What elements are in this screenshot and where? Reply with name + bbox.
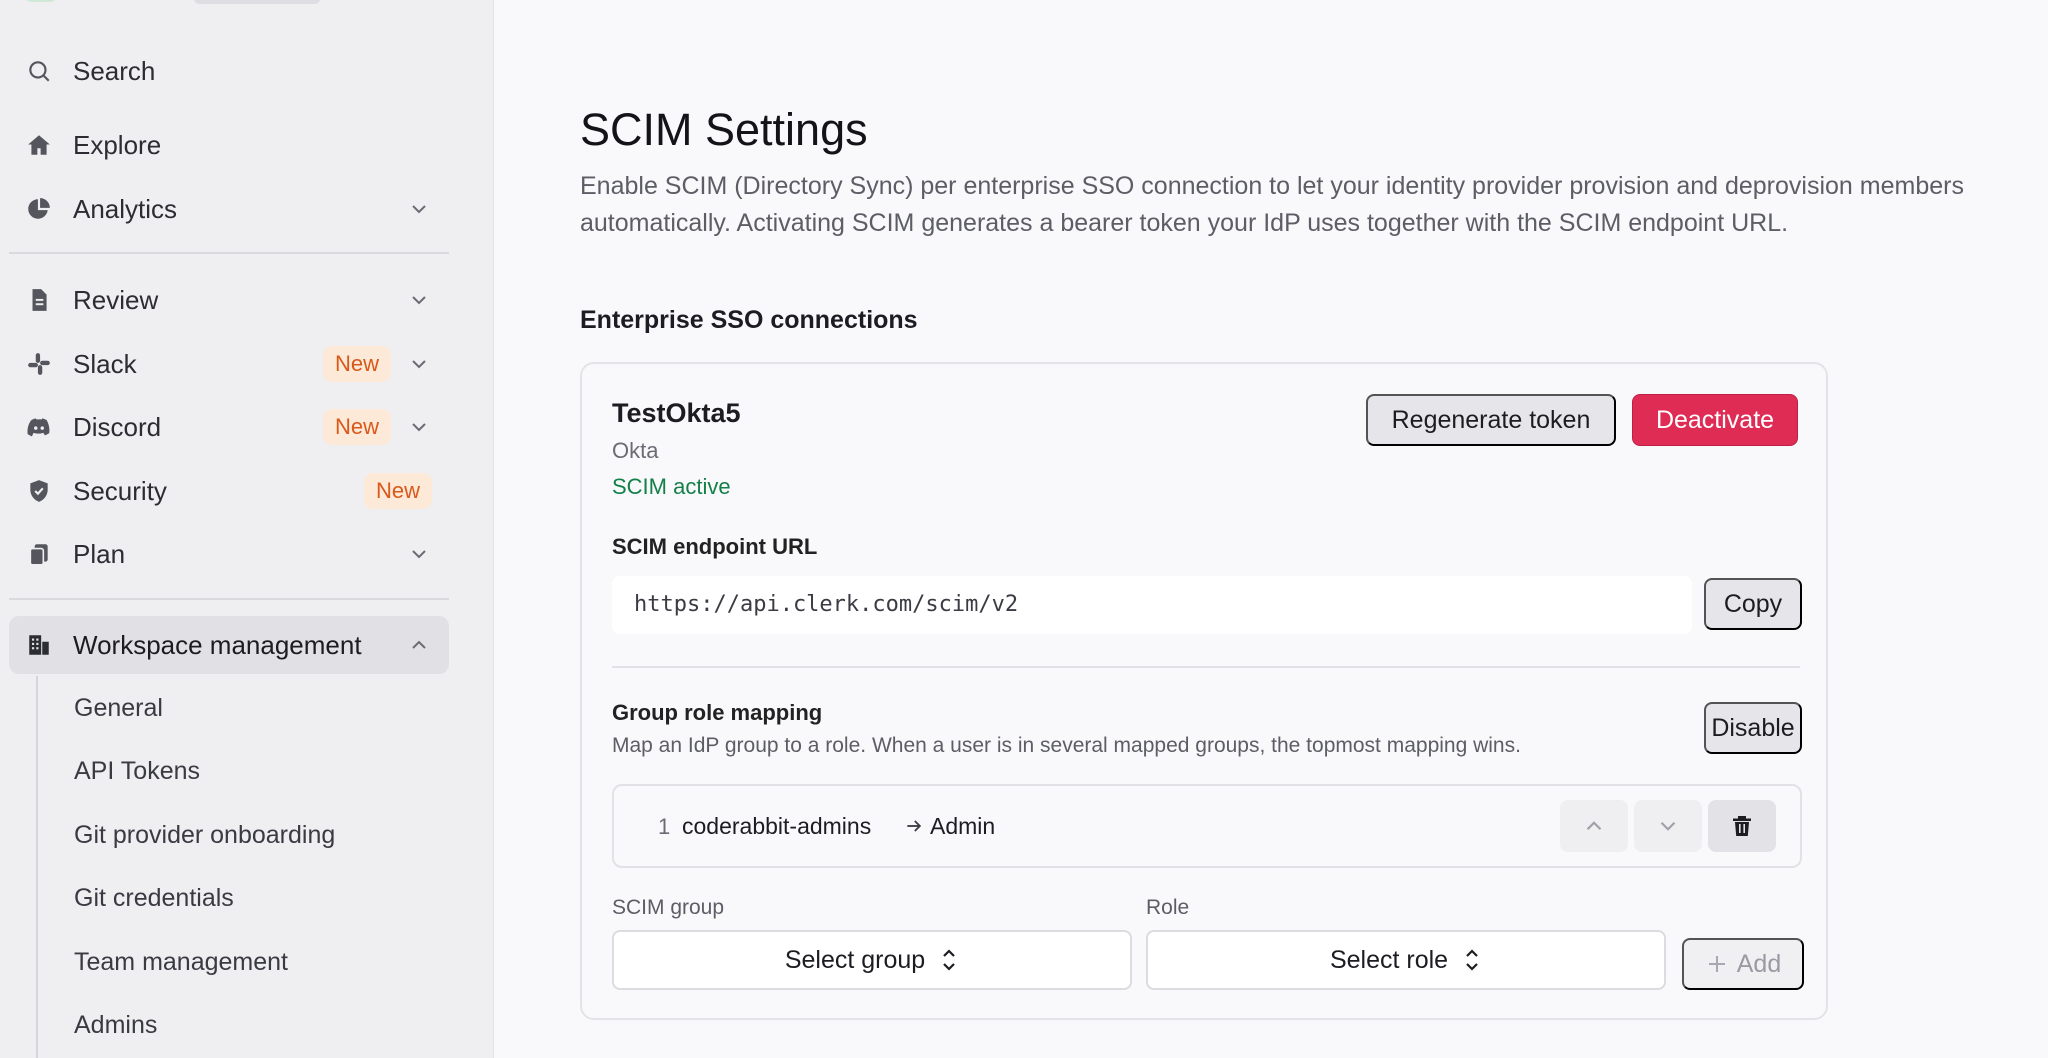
chevron-up-icon	[1586, 821, 1602, 831]
deactivate-button[interactable]: Deactivate	[1632, 394, 1798, 446]
chevron-down-icon[interactable]	[407, 288, 431, 312]
sidebar-divider	[9, 252, 449, 254]
sidebar-item-discord[interactable]: Discord New	[9, 398, 449, 456]
chevron-down-icon[interactable]	[407, 197, 431, 221]
move-down-button[interactable]	[1634, 800, 1702, 852]
slack-icon	[25, 350, 53, 378]
role-select-value: Select role	[1329, 945, 1449, 974]
sso-connection-card: TestOkta5 Okta SCIM active Regenerate to…	[580, 362, 1828, 1020]
sidebar-divider	[9, 598, 449, 600]
sidebar-item-label: Security	[73, 475, 167, 506]
sidebar-item-slack[interactable]: Slack New	[9, 335, 449, 393]
home-icon	[25, 131, 53, 159]
chevron-down-icon[interactable]	[407, 415, 431, 439]
role-select[interactable]: Select role	[1146, 930, 1666, 990]
sidebar-subitem-team-management[interactable]: Team management	[74, 948, 288, 977]
sidebar-item-label: Plan	[73, 538, 126, 569]
add-mapping-button[interactable]: Add	[1682, 938, 1804, 990]
scim-group-select[interactable]: Select group	[612, 930, 1132, 990]
document-icon	[25, 286, 53, 314]
select-arrows-icon	[1466, 949, 1478, 971]
page-title: SCIM Settings	[580, 104, 868, 155]
scim-group-label: SCIM group	[612, 896, 725, 919]
mapping-row: 1 coderabbit-admins Admin	[612, 784, 1802, 868]
mapping-role: Admin	[930, 813, 996, 839]
clipboard-icon	[25, 540, 53, 568]
sidebar-item-workspace-management[interactable]: Workspace management	[9, 616, 449, 674]
copy-button[interactable]: Copy	[1704, 578, 1802, 630]
connection-provider: Okta	[612, 438, 659, 463]
endpoint-label: SCIM endpoint URL	[612, 534, 818, 559]
sidebar-item-label: Slack	[73, 348, 137, 379]
move-up-button[interactable]	[1560, 800, 1628, 852]
chevron-down-icon[interactable]	[407, 542, 431, 566]
disable-mapping-button[interactable]: Disable	[1704, 702, 1802, 754]
connection-name: TestOkta5	[612, 398, 741, 428]
sidebar-item-analytics[interactable]: Analytics	[9, 180, 449, 238]
search-icon	[25, 57, 53, 85]
mapping-index: 1	[658, 814, 671, 839]
main-content: SCIM Settings Enable SCIM (Directory Syn…	[494, 0, 2048, 1058]
sidebar-subitem-general[interactable]: General	[74, 694, 163, 723]
sidebar-item-review[interactable]: Review	[9, 271, 449, 329]
sidebar-search[interactable]: Search	[9, 42, 449, 100]
endpoint-url-field[interactable]: https://api.clerk.com/scim/v2	[612, 576, 1692, 634]
select-arrows-icon	[943, 949, 955, 971]
shield-icon	[25, 477, 53, 505]
pie-chart-icon	[25, 195, 53, 223]
sidebar-subitem-admins[interactable]: Admins	[74, 1011, 157, 1040]
sidebar-item-label: Discord	[73, 411, 162, 442]
arrow-right-icon	[907, 820, 922, 832]
section-title: Enterprise SSO connections	[580, 306, 918, 334]
mapping-group: coderabbit-admins	[682, 813, 872, 839]
chevron-down-icon	[1660, 821, 1676, 831]
sidebar-item-label: Explore	[73, 129, 162, 160]
sidebar-item-explore[interactable]: Explore	[9, 116, 449, 174]
sidebar-item-label: Workspace management	[73, 629, 362, 660]
workspace-switcher[interactable]	[194, 0, 320, 4]
regenerate-token-button[interactable]: Regenerate token	[1366, 394, 1616, 446]
sidebar-item-security[interactable]: Security New	[9, 462, 449, 520]
sidebar-subitem-api-tokens[interactable]: API Tokens	[74, 757, 200, 786]
sidebar-subitem-git-credentials[interactable]: Git credentials	[74, 884, 234, 913]
sidebar-item-label: Analytics	[73, 193, 178, 224]
group-role-mapping-description: Map an IdP group to a role. When a user …	[612, 734, 1521, 757]
new-badge: New	[364, 473, 433, 509]
card-divider	[612, 666, 1800, 668]
discord-icon	[25, 413, 53, 441]
scim-group-select-value: Select group	[784, 945, 926, 974]
chevron-up-icon[interactable]	[407, 633, 431, 657]
sidebar: Search Explore Analytics Review Slack Ne…	[0, 0, 494, 1058]
trash-icon	[1733, 816, 1751, 836]
sidebar-item-label: Review	[73, 284, 159, 315]
delete-mapping-button[interactable]	[1708, 800, 1776, 852]
submenu-rail	[36, 676, 38, 1058]
new-badge: New	[323, 346, 392, 382]
sidebar-subitem-git-provider-onboarding[interactable]: Git provider onboarding	[74, 821, 335, 850]
page-description: Enable SCIM (Directory Sync) per enterpr…	[580, 172, 1964, 237]
add-mapping-label: Add	[1736, 949, 1782, 978]
chevron-down-icon[interactable]	[407, 352, 431, 376]
building-icon	[25, 631, 53, 659]
role-label: Role	[1146, 896, 1190, 919]
new-badge: New	[323, 409, 392, 445]
group-role-mapping-title: Group role mapping	[612, 700, 823, 725]
scim-status: SCIM active	[612, 474, 731, 499]
sidebar-item-plan[interactable]: Plan	[9, 525, 449, 583]
sidebar-search-label: Search	[73, 55, 156, 86]
plus-icon	[1708, 956, 1725, 972]
workspace-logo	[26, 0, 56, 2]
